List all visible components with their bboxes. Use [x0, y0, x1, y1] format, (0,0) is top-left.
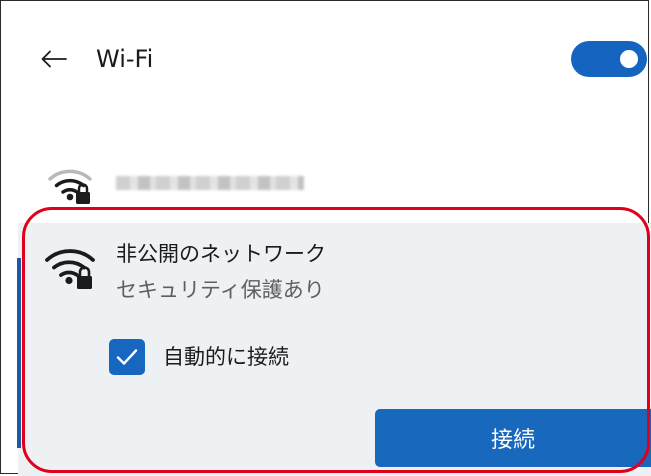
back-arrow-icon: [41, 50, 67, 68]
auto-connect-checkbox[interactable]: [109, 339, 145, 375]
wifi-secured-icon: [48, 169, 92, 204]
header: Wi-Fi: [0, 0, 651, 120]
wifi-secured-icon: [45, 249, 95, 289]
connect-button[interactable]: 接続: [375, 409, 651, 467]
back-button[interactable]: [36, 44, 72, 74]
selection-indicator: [17, 258, 21, 448]
network-name: 非公開のネットワーク: [116, 242, 326, 266]
network-item-hidden[interactable]: [40, 160, 640, 208]
auto-connect-label: 自動的に接続: [163, 345, 289, 369]
hidden-network-name: [116, 176, 304, 190]
auto-connect-option[interactable]: 自動的に接続: [109, 339, 289, 375]
checkmark-icon: [116, 349, 138, 365]
page-title: Wi-Fi: [96, 45, 154, 73]
toggle-knob: [620, 50, 638, 68]
network-item-private[interactable]: 非公開のネットワーク セキュリティ保護あり 自動的に接続 接続: [18, 223, 651, 476]
network-security-status: セキュリティ保護あり: [116, 278, 325, 302]
wifi-toggle[interactable]: [571, 41, 647, 77]
